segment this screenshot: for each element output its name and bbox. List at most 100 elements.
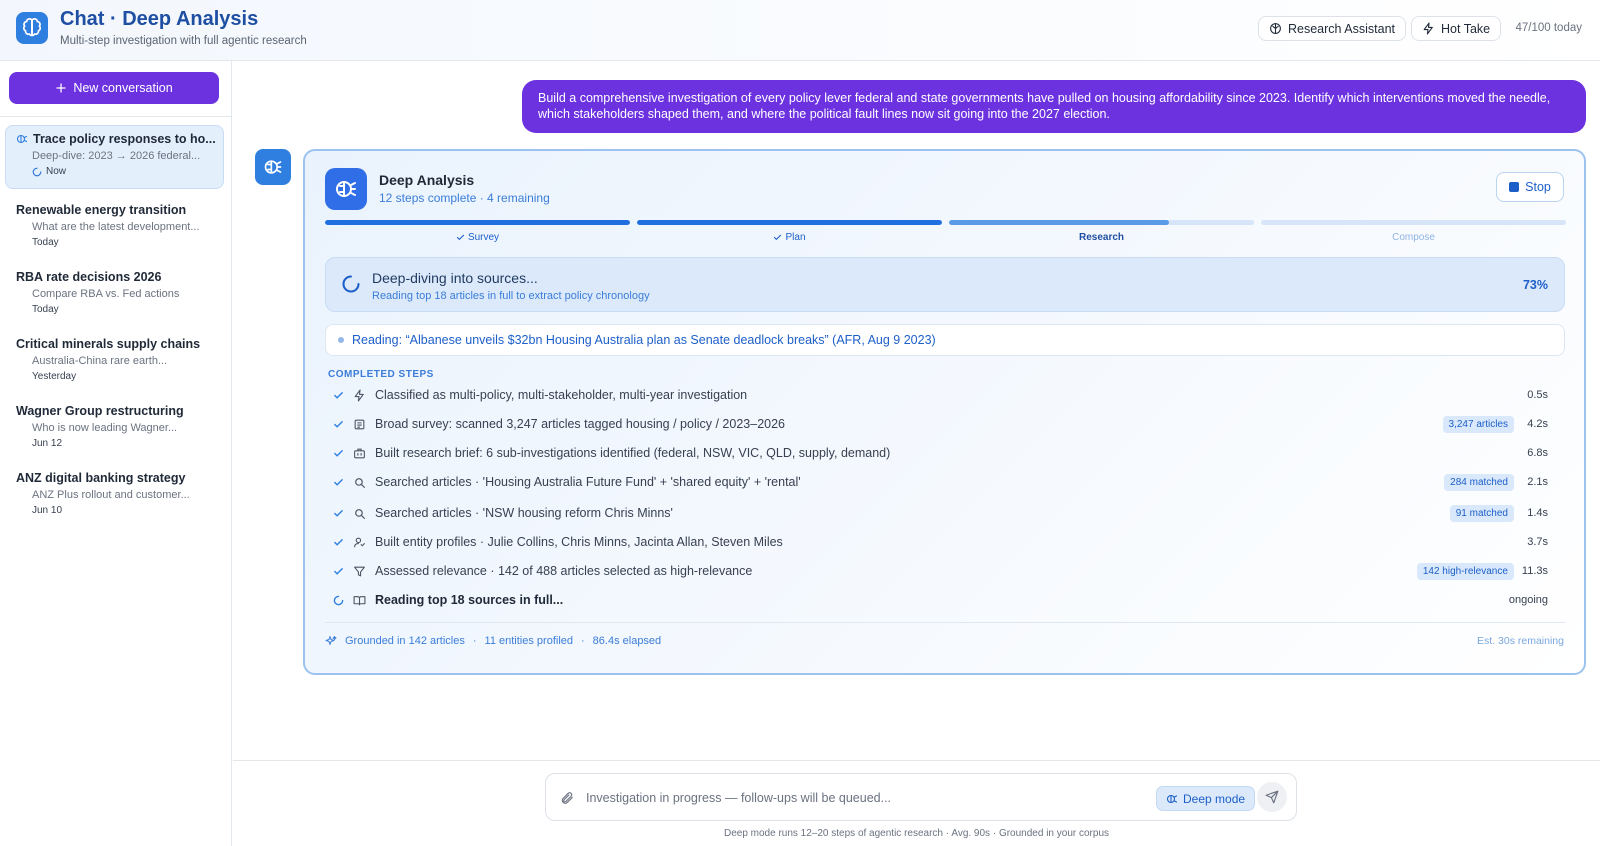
step-row: Assessed relevance · 142 of 488 articles… bbox=[333, 560, 1548, 582]
check-icon bbox=[333, 477, 351, 488]
page-subtitle: Multi-step investigation with full agent… bbox=[60, 35, 307, 47]
phase-compose: Compose bbox=[1261, 220, 1566, 243]
conversation-title: RBA rate decisions 2026 bbox=[16, 270, 162, 284]
conversation-snippet: Deep-dive: 2023 → 2026 federal... bbox=[32, 150, 201, 162]
page-title: Chat · Deep Analysis bbox=[60, 8, 259, 30]
conversation-title: Critical minerals supply chains bbox=[16, 337, 201, 351]
step-duration: 1.4s bbox=[1527, 507, 1548, 519]
brain-small-icon bbox=[16, 133, 28, 145]
app-header: Chat · Deep Analysis Multi-step investig… bbox=[0, 0, 1600, 61]
check-icon bbox=[333, 566, 351, 577]
step-row: Searched articles · 'Housing Australia F… bbox=[333, 471, 1548, 493]
step-row: Classified as multi-policy, multi-stakeh… bbox=[333, 384, 1548, 406]
users-icon bbox=[353, 536, 373, 549]
phase-label: Research bbox=[949, 232, 1254, 243]
card-subtitle: 12 steps complete · 4 remaining bbox=[379, 191, 550, 205]
filter-icon bbox=[353, 565, 373, 578]
conversation-snippet: Who is now leading Wagner... bbox=[32, 422, 178, 434]
stop-button[interactable]: Stop bbox=[1496, 172, 1564, 202]
current-reading: Reading: “Albanese unveils $32bn Housing… bbox=[325, 324, 1565, 356]
send-icon bbox=[1265, 790, 1279, 804]
deep-mode-toggle[interactable]: Deep mode bbox=[1156, 786, 1256, 811]
conversation-item-active[interactable]: Trace policy responses to ho... Deep-div… bbox=[5, 125, 224, 189]
brain-logo-icon bbox=[16, 12, 48, 44]
sparkle-icon bbox=[325, 635, 337, 647]
conversation-item[interactable]: Renewable energy transition What are the… bbox=[5, 196, 224, 248]
step-badge: 91 matched bbox=[1449, 504, 1514, 522]
book-icon bbox=[353, 594, 373, 607]
message-input[interactable] bbox=[586, 784, 1126, 812]
plus-icon bbox=[55, 82, 67, 94]
phase-label-text: Survey bbox=[467, 232, 500, 243]
new-conversation-button[interactable]: New conversation bbox=[9, 72, 219, 104]
step-duration: 0.5s bbox=[1527, 389, 1548, 401]
phase-track bbox=[325, 220, 630, 225]
card-footer-divider bbox=[325, 622, 1565, 623]
research-assistant-label: Research Assistant bbox=[1288, 21, 1395, 36]
steps-heading: COMPLETED STEPS bbox=[328, 369, 434, 380]
conversation-time: Now bbox=[32, 166, 223, 177]
phase-label-text: Research bbox=[1078, 232, 1125, 243]
conversation-item[interactable]: ANZ digital banking strategy ANZ Plus ro… bbox=[5, 464, 224, 516]
card-title: Deep Analysis bbox=[379, 172, 475, 188]
step-text: Broad survey: scanned 3,247 articles tag… bbox=[375, 417, 785, 431]
step-badge: 142 high-relevance bbox=[1416, 562, 1514, 580]
conversation-time-label: Now bbox=[46, 166, 67, 177]
step-duration: 4.2s bbox=[1527, 418, 1548, 430]
send-button[interactable] bbox=[1257, 782, 1287, 812]
hot-take-label: Hot Take bbox=[1441, 21, 1491, 36]
step-badge: 284 matched bbox=[1444, 473, 1514, 491]
bolt-icon bbox=[1422, 22, 1435, 35]
loading-icon bbox=[32, 167, 42, 177]
footer-separator: · bbox=[472, 635, 477, 647]
composer: Deep mode bbox=[545, 773, 1297, 821]
check-icon bbox=[333, 419, 351, 430]
step-text: Classified as multi-policy, multi-stakeh… bbox=[375, 388, 748, 402]
time-remaining: Est. 30s remaining bbox=[1477, 635, 1564, 647]
phase-label: Compose bbox=[1261, 232, 1566, 243]
research-assistant-button[interactable]: Research Assistant bbox=[1258, 16, 1406, 41]
step-row-active: Reading top 18 sources in full... ongoin… bbox=[333, 589, 1548, 611]
briefcase-icon bbox=[353, 447, 373, 460]
user-message: Build a comprehensive investigation of e… bbox=[522, 80, 1586, 133]
stop-icon bbox=[1509, 182, 1520, 192]
bolt-icon bbox=[353, 389, 373, 402]
footer-separator: · bbox=[581, 635, 585, 647]
conversation-item[interactable]: Wagner Group restructuring Who is now le… bbox=[5, 397, 224, 449]
step-row: Built entity profiles · Julie Collins, C… bbox=[333, 531, 1548, 553]
deep-mode-label: Deep mode bbox=[1183, 791, 1246, 806]
usage-quota: 47/100 today bbox=[1515, 22, 1582, 34]
check-icon bbox=[333, 537, 351, 548]
step-badge: 3,247 articles bbox=[1442, 415, 1514, 433]
sidebar: New conversation Trace policy responses … bbox=[0, 61, 232, 846]
check-icon bbox=[456, 233, 465, 242]
step-text: Built research brief: 6 sub-investigatio… bbox=[375, 446, 891, 460]
step-duration: 2.1s bbox=[1527, 476, 1548, 488]
step-text: Searched articles · 'NSW housing reform … bbox=[375, 506, 673, 520]
hot-take-button[interactable]: Hot Take bbox=[1411, 16, 1502, 41]
check-icon bbox=[333, 508, 351, 519]
conversation-snippet: What are the latest development... bbox=[32, 221, 200, 233]
search-icon bbox=[353, 476, 373, 489]
phase-track bbox=[949, 220, 1254, 225]
spinner-icon bbox=[341, 274, 361, 294]
assistant-avatar-icon bbox=[255, 149, 291, 185]
phase-label: Survey bbox=[325, 232, 630, 243]
phase-label-text: Compose bbox=[1392, 232, 1435, 243]
grounded-count: Grounded in 142 articles bbox=[345, 635, 465, 647]
conversation-item[interactable]: RBA rate decisions 2026 Compare RBA vs. … bbox=[5, 263, 224, 315]
conversation-item[interactable]: Critical minerals supply chains Australi… bbox=[5, 330, 224, 382]
brain-icon bbox=[1269, 22, 1282, 35]
card-footer: Grounded in 142 articles · 11 entities p… bbox=[325, 635, 661, 647]
paperclip-icon[interactable] bbox=[560, 791, 574, 805]
composer-divider bbox=[233, 760, 1600, 761]
conversation-time: Jun 10 bbox=[32, 505, 63, 516]
composer-footnote: Deep mode runs 12–20 steps of agentic re… bbox=[723, 828, 1110, 839]
step-text: Reading top 18 sources in full... bbox=[375, 593, 564, 607]
loading-icon bbox=[333, 595, 351, 606]
conversation-snippet: Compare RBA vs. Fed actions bbox=[32, 288, 180, 300]
deep-analysis-icon bbox=[325, 168, 367, 210]
sidebar-divider bbox=[0, 116, 231, 117]
status-percent: 73% bbox=[1522, 278, 1548, 292]
phase-fill bbox=[949, 220, 1169, 225]
